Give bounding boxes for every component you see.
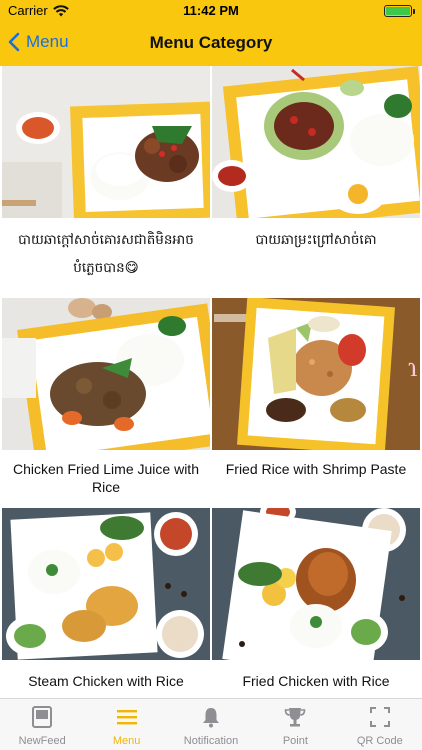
menu-item-title: Fried Rice with Shrimp Paste bbox=[225, 461, 407, 477]
menu-item-title: បាយឆាក្តៅសាច់គោរសជាតិមិនអាចបំភ្លេចបាន😋 bbox=[18, 232, 194, 276]
menu-item-card[interactable]: បាយឆាម្រះព្រៅសាច់គោ bbox=[212, 66, 420, 296]
tab-label: Notification bbox=[183, 735, 239, 747]
menu-item-title: Chicken Fried Lime Juice with Rice bbox=[13, 461, 199, 495]
tab-menu[interactable]: Menu bbox=[84, 699, 168, 750]
menu-item-card[interactable]: ɿ Fried Rice with Shrimp Paste bbox=[212, 298, 420, 504]
menu-item-card[interactable]: Fried Chicken with Rice bbox=[212, 508, 420, 698]
tab-label: NewFeed bbox=[18, 735, 66, 747]
navigation-bar: Menu Menu Category bbox=[0, 22, 422, 66]
menu-item-card[interactable]: Chicken Fried Lime Juice with Rice bbox=[2, 298, 210, 504]
trophy-icon bbox=[283, 705, 307, 729]
status-bar: Carrier 11:42 PM bbox=[0, 0, 422, 22]
menu-item-title: Fried Chicken with Rice bbox=[242, 673, 390, 689]
menu-icon bbox=[115, 705, 139, 729]
food-photo bbox=[2, 508, 210, 660]
newfeed-icon bbox=[30, 705, 54, 729]
bell-icon bbox=[199, 705, 223, 729]
menu-item-card[interactable]: Steam Chicken with Rice bbox=[2, 508, 210, 698]
svg-text:ɿ: ɿ bbox=[408, 352, 417, 383]
food-photo bbox=[212, 508, 420, 660]
menu-item-card[interactable]: បាយឆាក្តៅសាច់គោរសជាតិមិនអាចបំភ្លេចបាន😋 bbox=[2, 66, 210, 296]
qr-scan-icon bbox=[368, 705, 392, 729]
food-photo bbox=[2, 66, 210, 218]
status-time: 11:42 PM bbox=[183, 3, 239, 18]
tab-bar: NewFeed Menu Notification Point QR Code bbox=[0, 698, 422, 750]
tab-label: Point bbox=[282, 735, 308, 747]
menu-item-title: Steam Chicken with Rice bbox=[28, 673, 184, 689]
food-photo bbox=[212, 66, 420, 218]
tab-newfeed[interactable]: NewFeed bbox=[0, 699, 84, 750]
tab-notification[interactable]: Notification bbox=[169, 699, 253, 750]
tab-point[interactable]: Point bbox=[253, 699, 337, 750]
page-title: Menu Category bbox=[149, 33, 273, 52]
food-photo: ɿ bbox=[212, 298, 420, 450]
food-photo bbox=[2, 298, 210, 450]
tab-qr-code[interactable]: QR Code bbox=[338, 699, 422, 750]
tab-label: QR Code bbox=[356, 735, 403, 747]
tab-label: Menu bbox=[112, 735, 141, 747]
menu-category-grid: បាយឆាក្តៅសាច់គោរសជាតិមិនអាចបំភ្លេចបាន😋 ប… bbox=[0, 66, 422, 698]
battery-fill bbox=[386, 7, 410, 15]
menu-item-title: បាយឆាម្រះព្រៅសាច់គោ bbox=[255, 232, 377, 248]
battery-icon bbox=[384, 5, 415, 17]
